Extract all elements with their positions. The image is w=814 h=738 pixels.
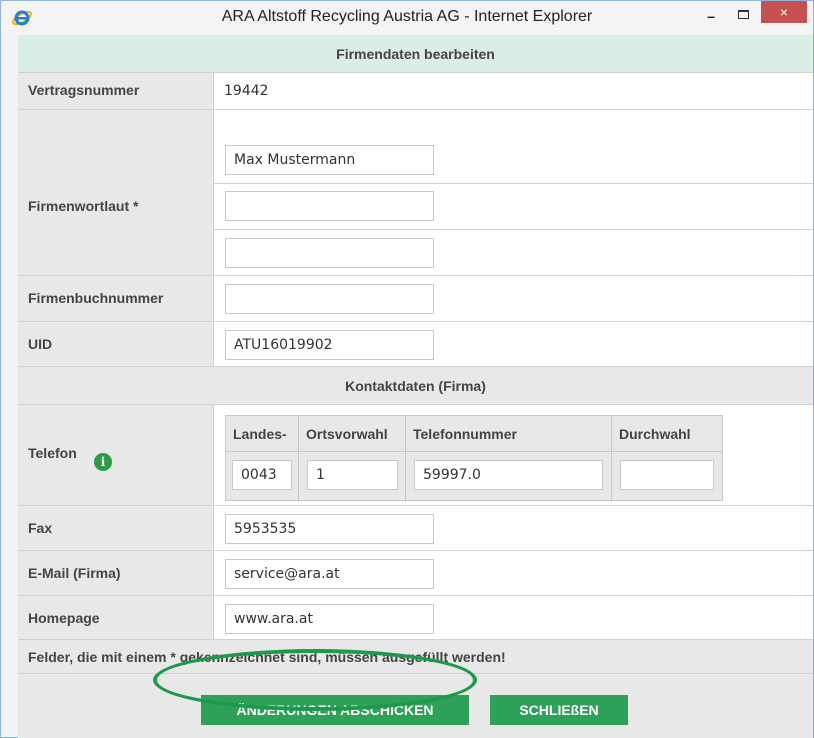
phone-col-durchwahl: Durchwahl <box>612 416 722 452</box>
submit-changes-button[interactable]: ÄNDERUNGEN ABSCHICKEN <box>201 695 469 725</box>
divider <box>214 229 813 230</box>
phone-col-telefonnummer: Telefonnummer <box>406 416 611 452</box>
browser-window: ARA Altstoff Recycling Austria AG - Inte… <box>0 0 814 738</box>
label-uid: UID <box>28 336 53 352</box>
phone-landes-input[interactable]: 0043 <box>232 460 292 490</box>
divider <box>214 183 813 184</box>
firmenwortlaut-input-1[interactable]: Max Mustermann <box>225 145 434 175</box>
info-icon[interactable]: i <box>94 453 112 471</box>
phone-table: Landes- 0043 Ortsvorwahl 1 Telefonnummer… <box>225 415 723 502</box>
value-vertragsnummer: 19442 <box>224 83 269 99</box>
form-header: Firmendaten bearbeiten <box>18 35 813 73</box>
phone-durchwahl-input[interactable] <box>620 460 714 490</box>
firmenwortlaut-input-2[interactable] <box>225 191 434 221</box>
label-email: E-Mail (Firma) <box>28 565 121 581</box>
contact-section-header: Kontaktdaten (Firma) <box>18 367 813 405</box>
label-firmenwortlaut: Firmenwortlaut * <box>28 198 139 214</box>
phone-col-ortsvorwahl: Ortsvorwahl <box>299 416 405 452</box>
window-title: ARA Altstoff Recycling Austria AG - Inte… <box>221 8 593 25</box>
uid-input[interactable]: ATU16019902 <box>225 330 434 360</box>
form-content: Firmendaten bearbeiten Vertragsnummer 19… <box>18 35 813 738</box>
homepage-input[interactable]: www.ara.at <box>225 604 434 634</box>
row-vertragsnummer: Vertragsnummer 19442 <box>18 73 813 110</box>
minimize-button[interactable]: – <box>701 5 721 27</box>
firmenwortlaut-input-3[interactable] <box>225 238 434 268</box>
fax-input[interactable]: 5953535 <box>225 514 434 544</box>
phone-telefonnummer-input[interactable]: 59997.0 <box>414 460 603 490</box>
maximize-icon <box>737 9 749 19</box>
label-homepage: Homepage <box>28 610 100 626</box>
maximize-button[interactable] <box>733 3 753 25</box>
email-input[interactable]: service@ara.at <box>225 559 434 589</box>
label-vertragsnummer: Vertragsnummer <box>28 82 140 98</box>
firmenbuchnummer-input[interactable] <box>225 284 434 314</box>
label-fax: Fax <box>28 520 53 536</box>
label-telefon: Telefon <box>28 445 77 461</box>
button-bar: ÄNDERUNGEN ABSCHICKEN SCHLIEßEN <box>18 674 813 738</box>
close-window-button[interactable]: × <box>761 1 807 23</box>
label-firmenbuchnummer: Firmenbuchnummer <box>28 290 164 306</box>
title-bar: ARA Altstoff Recycling Austria AG - Inte… <box>1 1 813 35</box>
phone-col-landes: Landes- <box>226 416 298 452</box>
required-fields-note: Felder, die mit einem * gekennzeichnet s… <box>18 640 813 674</box>
phone-ortsvorwahl-input[interactable]: 1 <box>307 460 398 490</box>
close-button[interactable]: SCHLIEßEN <box>490 695 628 725</box>
